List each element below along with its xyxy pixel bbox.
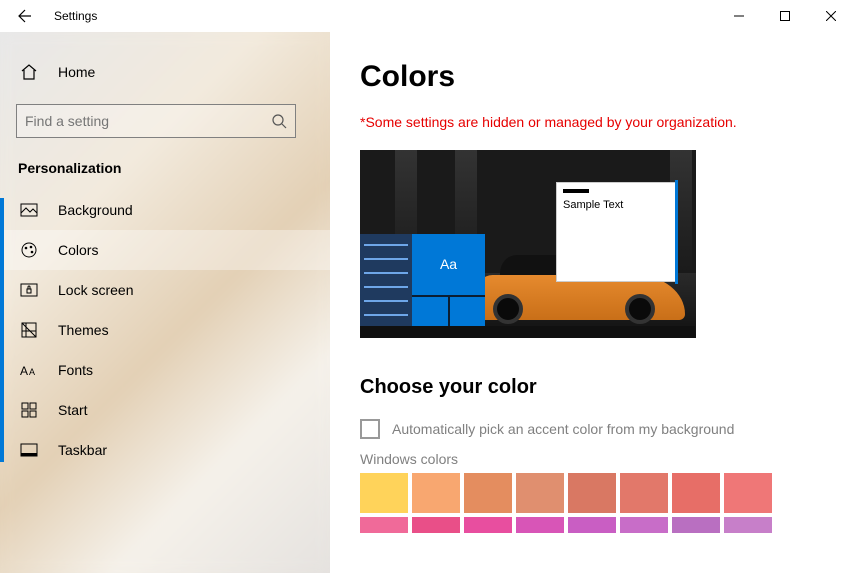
sidebar: Home Personalization Background Colors Loc…	[0, 32, 330, 573]
fonts-icon: AA	[20, 361, 38, 379]
choose-color-heading: Choose your color	[360, 376, 824, 399]
svg-text:A: A	[29, 367, 35, 377]
color-swatch[interactable]	[620, 473, 668, 513]
preview-start-menu: Aa	[360, 234, 485, 326]
color-swatch[interactable]	[568, 473, 616, 513]
preview-sample-text: Sample Text	[563, 199, 675, 211]
swatch-grid	[360, 473, 824, 533]
minimize-icon	[734, 11, 744, 21]
main-content: Colors *Some settings are hidden or mana…	[330, 32, 854, 573]
home-nav[interactable]: Home	[0, 52, 330, 92]
sidebar-item-label: Fonts	[58, 362, 93, 378]
sidebar-item-label: Start	[58, 402, 88, 418]
preview-tile-aa: Aa	[412, 234, 485, 295]
auto-pick-row[interactable]: Automatically pick an accent color from …	[360, 419, 824, 439]
sidebar-item-label: Taskbar	[58, 442, 107, 458]
search-box[interactable]	[16, 104, 296, 138]
page-title: Colors	[360, 60, 824, 94]
color-swatch[interactable]	[568, 517, 616, 533]
color-swatch[interactable]	[412, 473, 460, 513]
background-icon	[20, 201, 38, 219]
windows-colors-label: Windows colors	[360, 451, 824, 467]
sidebar-item-taskbar[interactable]: Taskbar	[0, 430, 330, 470]
settings-window: Settings Home Personalization Background…	[0, 0, 854, 573]
sidebar-item-background[interactable]: Background	[0, 190, 330, 230]
color-swatch[interactable]	[516, 473, 564, 513]
auto-pick-checkbox[interactable]	[360, 419, 380, 439]
sidebar-item-label: Lock screen	[58, 282, 133, 298]
svg-text:A: A	[20, 364, 28, 378]
color-swatch[interactable]	[724, 517, 772, 533]
preview-sample-window: Sample Text	[556, 182, 676, 282]
sidebar-item-colors[interactable]: Colors	[0, 230, 330, 270]
color-preview: Aa Sample Text	[360, 150, 696, 338]
color-swatch[interactable]	[672, 473, 720, 513]
color-swatch[interactable]	[412, 517, 460, 533]
color-swatch[interactable]	[516, 517, 564, 533]
org-warning: *Some settings are hidden or managed by …	[360, 114, 824, 130]
titlebar: Settings	[0, 0, 854, 32]
close-icon	[826, 11, 836, 21]
sidebar-item-lock-screen[interactable]: Lock screen	[0, 270, 330, 310]
search-icon	[271, 113, 287, 129]
auto-pick-label: Automatically pick an accent color from …	[392, 421, 734, 437]
sidebar-item-fonts[interactable]: AA Fonts	[0, 350, 330, 390]
colors-icon	[20, 241, 38, 259]
home-label: Home	[58, 64, 95, 80]
minimize-button[interactable]	[716, 0, 762, 32]
search-wrap	[16, 104, 314, 138]
sidebar-item-label: Themes	[58, 322, 109, 338]
sidebar-section-title: Personalization	[0, 146, 330, 184]
color-swatch[interactable]	[620, 517, 668, 533]
color-swatch[interactable]	[672, 517, 720, 533]
close-button[interactable]	[808, 0, 854, 32]
sidebar-item-label: Background	[58, 202, 133, 218]
arrow-left-icon	[16, 8, 32, 24]
color-swatch[interactable]	[360, 517, 408, 533]
sidebar-item-start[interactable]: Start	[0, 390, 330, 430]
start-icon	[20, 401, 38, 419]
sidebar-item-themes[interactable]: Themes	[0, 310, 330, 350]
color-swatch[interactable]	[464, 473, 512, 513]
sidebar-item-label: Colors	[58, 242, 98, 258]
color-swatch[interactable]	[360, 473, 408, 513]
maximize-icon	[780, 11, 790, 21]
maximize-button[interactable]	[762, 0, 808, 32]
search-input[interactable]	[25, 113, 271, 129]
taskbar-icon	[20, 441, 38, 459]
color-swatch[interactable]	[464, 517, 512, 533]
window-title: Settings	[54, 9, 97, 23]
lock-screen-icon	[20, 281, 38, 299]
home-icon	[20, 63, 38, 81]
color-swatch[interactable]	[724, 473, 772, 513]
back-button[interactable]	[0, 0, 48, 32]
themes-icon	[20, 321, 38, 339]
